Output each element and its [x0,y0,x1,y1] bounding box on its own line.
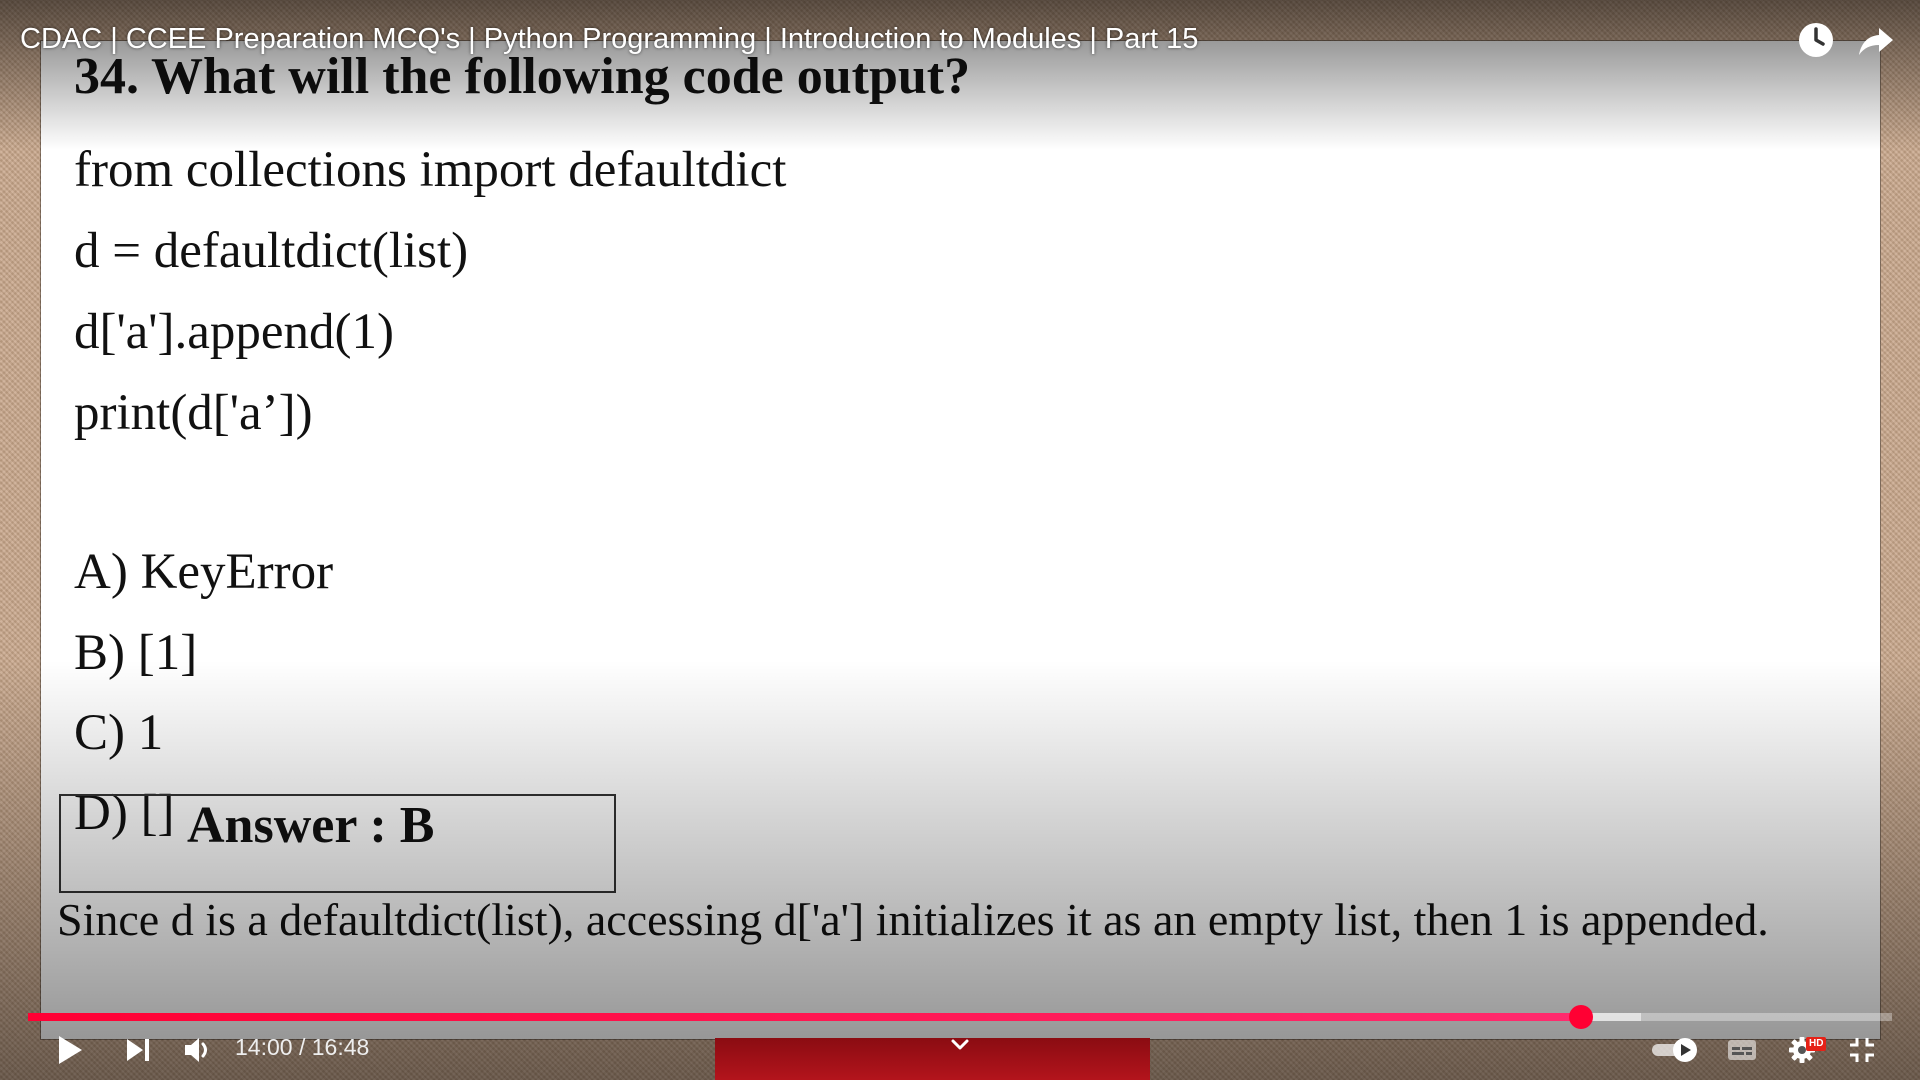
watch-later-button[interactable] [1796,20,1836,60]
code-line: d['a'].append(1) [74,304,394,360]
time-display: 14:00 / 16:48 [235,1034,369,1061]
share-icon [1859,28,1893,55]
video-frame-slide: 34. What will the following code output?… [41,41,1880,1039]
clock-icon [1799,23,1833,57]
duration: 16:48 [311,1034,370,1060]
play-button[interactable] [50,1030,90,1070]
autoplay-toggle[interactable] [1650,1030,1700,1070]
answer-explanation: Since d is a defaultdict(list), accessin… [57,894,1769,945]
exit-fullscreen-icon [1850,1038,1874,1062]
answer-label: Answer : B [187,797,435,854]
exit-fullscreen-button[interactable] [1842,1030,1882,1070]
current-time: 14:00 [235,1034,293,1060]
code-line: d = defaultdict(list) [74,223,469,279]
video-title[interactable]: CDAC | CCEE Preparation MCQ's | Python P… [20,23,1198,56]
overlay-expand-button[interactable] [945,1035,975,1057]
option-a: A) KeyError [74,544,334,600]
end-screen-overlay-card[interactable] [715,1038,1150,1080]
code-line: print(d['a’]) [74,385,313,441]
time-separator: / [292,1034,312,1060]
volume-icon [185,1038,207,1062]
captions-icon [1728,1040,1756,1060]
next-button[interactable] [118,1030,158,1070]
code-line: from collections import defaultdict [74,142,787,198]
volume-button[interactable] [178,1030,218,1070]
hd-badge: HD [1806,1037,1827,1051]
share-button[interactable] [1856,20,1896,60]
video-player[interactable]: 34. What will the following code output?… [0,0,1920,1080]
option-b: B) [1] [74,625,198,681]
chevron-down-icon [951,1039,969,1050]
autoplay-toggle-icon [1652,1038,1697,1062]
next-icon [127,1039,149,1061]
captions-button[interactable] [1722,1030,1762,1070]
progress-bar[interactable] [28,1013,1892,1021]
progress-played [28,1013,1582,1021]
option-c: C) 1 [74,705,164,761]
play-icon [59,1036,82,1064]
